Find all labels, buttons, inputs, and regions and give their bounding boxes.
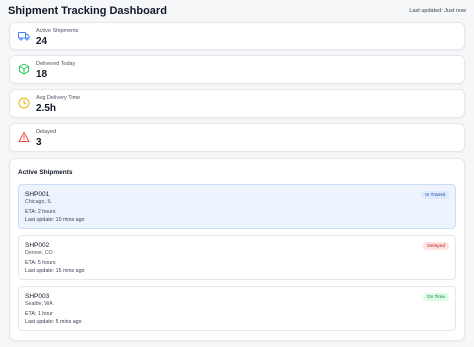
stat-value: 2.5h	[36, 103, 57, 114]
stat-label: Active Shipments	[36, 28, 79, 34]
shipment-last-update: Last update: 5 mins ago	[25, 319, 82, 325]
page-title: Shipment Tracking Dashboard	[8, 5, 167, 17]
alert-triangle-icon	[18, 131, 30, 143]
stat-label: Delayed	[36, 129, 57, 135]
shipment-card[interactable]: SHP002 Denver, CO ETA: 5 hours Last upda…	[18, 235, 456, 280]
stat-value: 3	[36, 137, 42, 148]
shipment-last-update: Last update: 15 mins ago	[25, 268, 85, 274]
stat-value: 18	[36, 69, 48, 80]
shipment-last-update: Last update: 10 mins ago	[25, 217, 85, 223]
last-updated-text: Last updated: Just now	[409, 8, 466, 14]
shipment-eta: ETA: 5 hours	[25, 260, 56, 266]
stat-value: 24	[36, 36, 48, 47]
status-badge: Delayed	[423, 242, 449, 250]
shipment-location: Seattle, WA	[25, 301, 53, 307]
stat-label: Delivered Today	[36, 61, 76, 67]
package-icon	[18, 63, 30, 75]
shipment-id: SHP002	[25, 242, 50, 249]
shipment-card[interactable]: SHP003 Seattle, WA ETA: 1 hour Last upda…	[18, 286, 456, 331]
shipment-id: SHP001	[25, 191, 50, 198]
shipment-id: SHP003	[25, 293, 50, 300]
stat-card-avg-delivery-time: Avg Delivery Time 2.5h	[9, 89, 465, 118]
page-header: Shipment Tracking Dashboard Last updated…	[8, 4, 466, 18]
status-badge: In Transit	[421, 191, 449, 199]
panel-title: Active Shipments	[18, 169, 73, 176]
shipment-eta: ETA: 2 hours	[25, 209, 56, 215]
clock-icon	[18, 97, 30, 109]
shipment-location: Chicago, IL	[25, 199, 52, 205]
stat-label: Avg Delivery Time	[36, 95, 81, 101]
stat-card-delivered-today: Delivered Today 18	[9, 55, 465, 84]
truck-icon	[18, 30, 30, 42]
stat-card-active-shipments: Active Shipments 24	[9, 22, 465, 50]
shipment-location: Denver, CO	[25, 250, 53, 256]
shipment-eta: ETA: 1 hour	[25, 311, 53, 317]
status-badge: On Time	[422, 293, 449, 301]
stat-card-delayed: Delayed 3	[9, 123, 465, 152]
shipment-card[interactable]: SHP001 Chicago, IL ETA: 2 hours Last upd…	[18, 184, 456, 229]
active-shipments-panel: Active Shipments SHP001 Chicago, IL ETA:…	[9, 158, 465, 341]
